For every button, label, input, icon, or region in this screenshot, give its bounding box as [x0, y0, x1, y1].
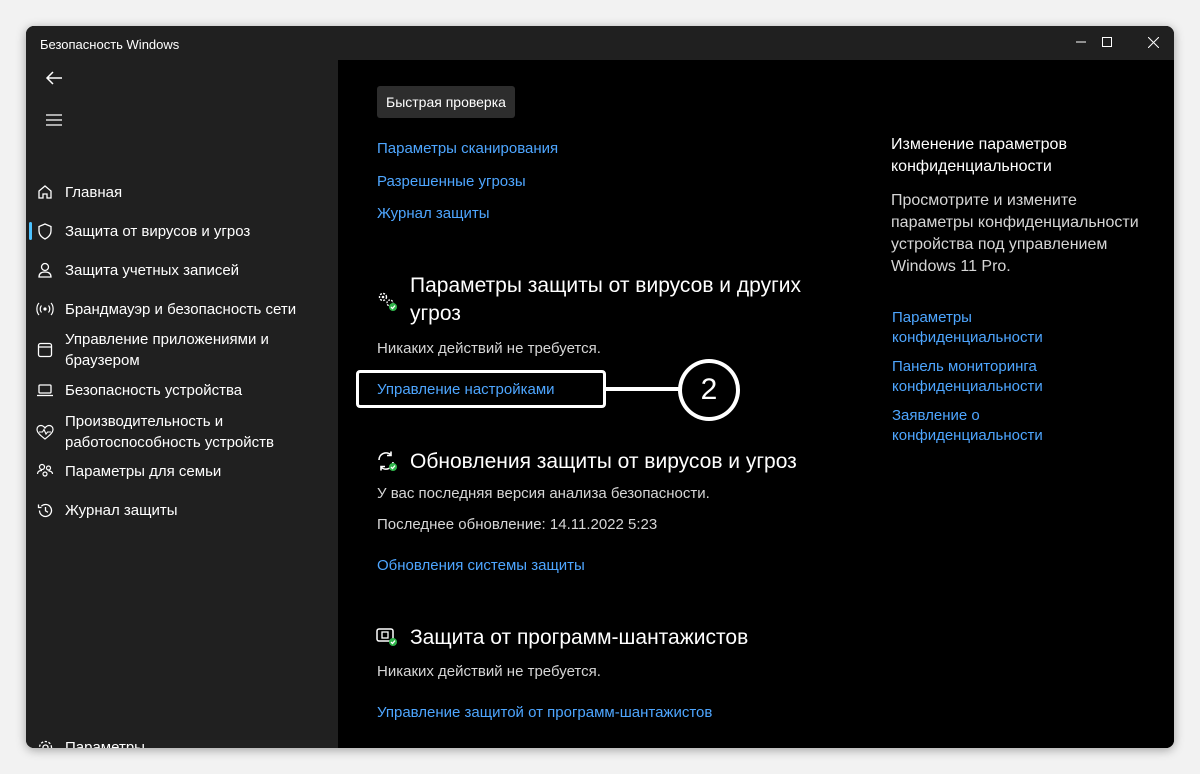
ransomware-protection-link[interactable]: Управление защитой от программ-шантажист… — [377, 703, 712, 723]
app-window: Безопасность Windows Главная Защита от в… — [26, 26, 1174, 748]
sidebar-item-label: Безопасность устройства — [65, 382, 243, 399]
sidebar-item-label: Журнал защиты — [65, 502, 178, 519]
callout-highlight-box — [356, 370, 606, 408]
close-button[interactable] — [1140, 32, 1166, 52]
sidebar-item-label: Производительность и работоспособность у… — [65, 413, 274, 451]
back-arrow-icon — [45, 71, 62, 85]
main-content: Быстрая проверка Параметры сканирования … — [338, 60, 1174, 748]
gear-icon — [36, 738, 54, 748]
title-bar: Безопасность Windows — [26, 26, 1174, 60]
wireless-icon — [36, 300, 54, 318]
family-icon — [36, 462, 54, 480]
privacy-description: Просмотрите и измените параметры конфиде… — [891, 192, 1139, 275]
sidebar-item-label: Брандмауэр и безопасность сети — [65, 301, 297, 318]
history-icon — [36, 501, 54, 519]
shield-icon — [36, 222, 54, 240]
callout-number: 2 — [682, 363, 736, 417]
scan-options-link[interactable]: Параметры сканирования — [377, 139, 558, 159]
laptop-icon — [36, 381, 54, 399]
refresh-sync-icon — [378, 451, 397, 471]
callout-badge: 2 — [678, 359, 740, 421]
active-indicator — [29, 222, 32, 240]
settings-section-title: Параметры защиты от вирусов и других угр… — [410, 274, 801, 325]
updates-status: У вас последняя версия анализа безопасно… — [377, 485, 710, 502]
person-icon — [36, 261, 54, 279]
app-window-icon — [36, 341, 54, 359]
quick-scan-button[interactable]: Быстрая проверка — [377, 86, 515, 118]
home-icon — [36, 183, 54, 201]
minimize-icon — [1076, 41, 1086, 43]
privacy-settings-link[interactable]: Параметры конфиденциальности — [892, 308, 1092, 348]
maximize-icon — [1102, 37, 1112, 47]
privacy-dashboard-link[interactable]: Панель мониторинга конфиденциальности — [892, 357, 1092, 397]
callout-connector — [606, 387, 686, 391]
maximize-button[interactable] — [1094, 32, 1120, 52]
allowed-threats-link[interactable]: Разрешенные угрозы — [377, 172, 526, 192]
close-icon — [1147, 36, 1159, 48]
sidebar-item-label: Защита учетных записей — [65, 262, 240, 279]
window-title: Безопасность Windows — [40, 37, 180, 52]
hamburger-icon — [46, 114, 62, 126]
privacy-title: Изменение параметров конфиденциальности — [891, 136, 1067, 175]
sidebar: Главная Защита от вирусов и угроз Защита… — [26, 60, 338, 748]
heart-icon — [36, 423, 54, 441]
sidebar-item-label: Главная — [65, 184, 123, 201]
minimize-button[interactable] — [1068, 32, 1094, 52]
last-update-text: Последнее обновление: 14.11.2022 5:23 — [377, 516, 658, 533]
updates-section-title: Обновления защиты от вирусов и угроз — [410, 450, 797, 473]
sidebar-item-label: Защита от вирусов и угроз — [65, 223, 251, 240]
ransomware-status: Никаких действий не требуется. — [377, 663, 601, 680]
sidebar-item-label: Параметры для семьи — [65, 463, 222, 480]
sidebar-item-label: Параметры — [65, 739, 145, 748]
protection-history-link[interactable]: Журнал защиты — [377, 204, 490, 224]
sidebar-item-label: Управление приложениями и браузером — [65, 331, 269, 369]
settings-gears-icon — [378, 292, 397, 311]
protection-updates-link[interactable]: Обновления системы защиты — [377, 556, 585, 576]
ransomware-icon — [376, 628, 397, 646]
back-button[interactable] — [36, 64, 72, 92]
settings-status: Никаких действий не требуется. — [377, 340, 601, 357]
menu-button[interactable] — [36, 106, 72, 134]
privacy-statement-link[interactable]: Заявление о конфиденциальности — [892, 406, 1092, 446]
ransomware-section-title: Защита от программ-шантажистов — [410, 626, 749, 649]
